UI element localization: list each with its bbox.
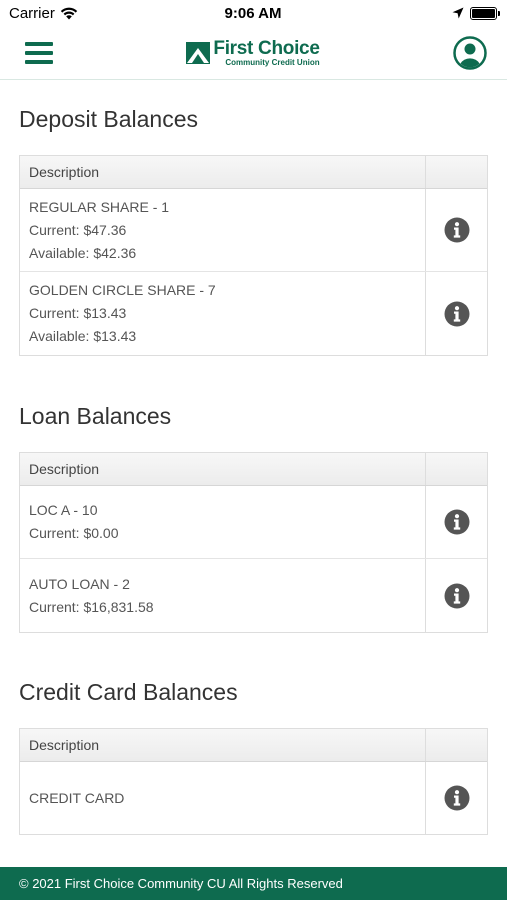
profile-icon[interactable] [453,35,487,70]
logo-subtitle: Community Credit Union [225,57,320,67]
account-name: CREDIT CARD [29,789,125,806]
current-balance: Current: $47.36 [29,221,127,238]
info-button[interactable] [426,189,487,271]
current-balance: Current: $16,831.58 [29,598,154,615]
available-balance: Available: $13.43 [29,328,137,344]
description-column-header: Description [20,453,426,485]
table-row: CREDIT CARD [20,762,487,834]
account-name: GOLDEN CIRCLE SHARE - 7 [29,282,216,298]
logo: First Choice Community Credit Union [186,37,320,67]
description-column-header: Description [20,729,426,761]
copyright-text: © 2021 First Choice Community CU All Rig… [19,876,343,891]
wifi-icon [60,7,78,19]
account-name: AUTO LOAN - 2 [29,575,130,592]
info-button[interactable] [426,762,487,834]
deposit-balances-table: Description REGULAR SHARE - 1 Current: $… [19,155,488,356]
info-icon [444,217,469,243]
description-column-header: Description [20,156,426,188]
info-button[interactable] [426,486,487,558]
table-header: Description [20,729,487,762]
table-header: Description [20,453,487,486]
status-bar: Carrier 9:06 AM [0,0,507,26]
status-right [367,6,500,20]
deposit-balances-title: Deposit Balances [19,106,198,132]
logo-mark-icon [186,41,211,64]
account-name: LOC A - 10 [29,502,98,518]
current-balance: Current: $13.43 [29,305,127,321]
info-icon [444,583,469,608]
info-button[interactable] [426,559,487,632]
current-balance: Current: $0.00 [29,525,119,541]
logo-text: First Choice Community Credit Union [213,37,320,67]
table-row: REGULAR SHARE - 1 Current: $47.36 Availa… [20,189,487,272]
table-row: AUTO LOAN - 2 Current: $16,831.58 [20,559,487,632]
loan-balances-table: Description LOC A - 10 Current: $0.00 AU… [19,452,488,633]
info-button[interactable] [426,272,487,355]
credit-card-balances-title: Credit Card Balances [19,679,238,705]
table-header: Description [20,156,487,189]
app-header: First Choice Community Credit Union [0,26,507,80]
loan-balances-title: Loan Balances [19,403,172,429]
status-time: 9:06 AM [224,4,282,22]
status-left: Carrier [9,5,139,22]
available-balance: Available: $42.36 [29,244,137,261]
menu-icon[interactable] [25,41,53,64]
battery-icon [470,6,500,20]
location-arrow-icon [452,7,464,19]
carrier-label: Carrier [9,4,55,22]
battery-fill [472,8,495,18]
main-content: Deposit Balances Description REGULAR SHA… [0,106,507,835]
info-icon [444,301,469,326]
logo-name: First Choice [213,37,320,59]
info-icon [444,785,469,811]
info-icon [444,509,469,535]
account-name: REGULAR SHARE - 1 [29,198,170,215]
footer: © 2021 First Choice Community CU All Rig… [0,867,507,900]
credit-card-balances-table: Description CREDIT CARD [19,728,488,835]
table-row: LOC A - 10 Current: $0.00 [20,486,487,559]
table-row: GOLDEN CIRCLE SHARE - 7 Current: $13.43 … [20,272,487,355]
